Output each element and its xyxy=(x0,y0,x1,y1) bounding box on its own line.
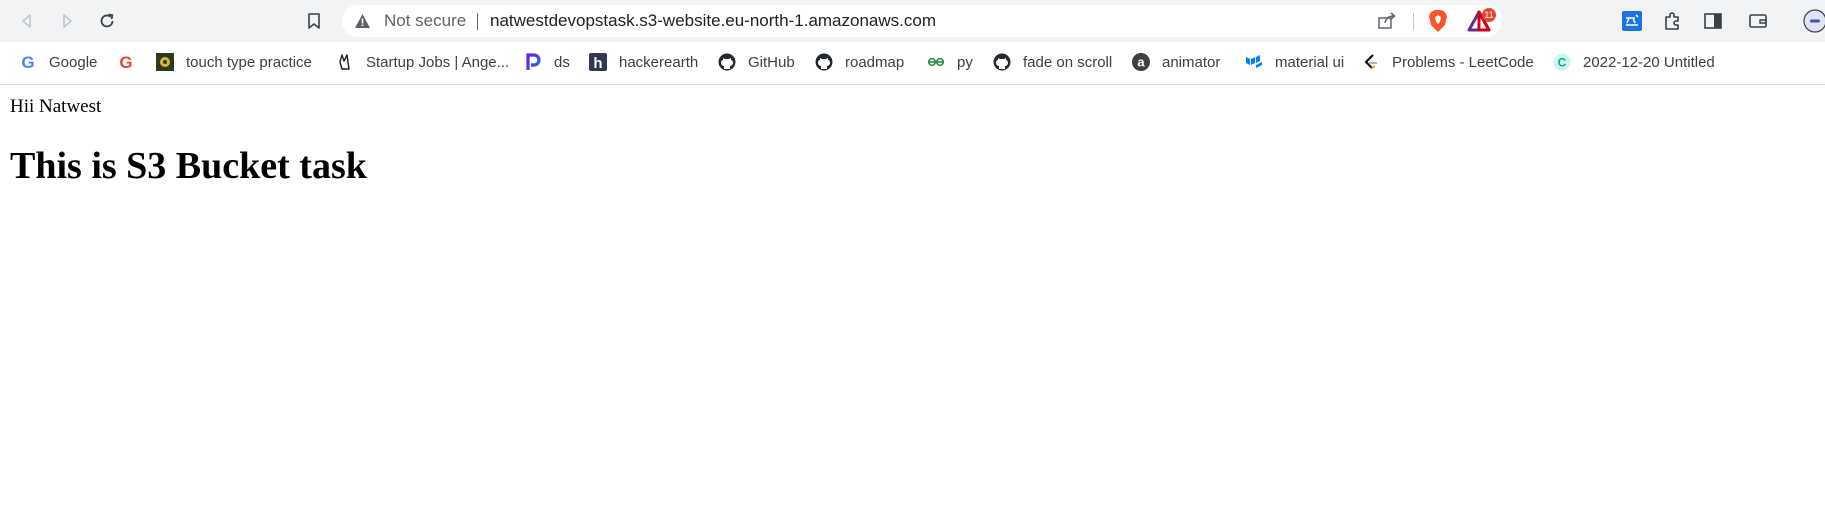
wallet-icon[interactable] xyxy=(1745,8,1771,34)
bookmark-leetcode[interactable]: Problems - LeetCode xyxy=(1362,42,1534,82)
page-heading: This is S3 Bucket task xyxy=(10,145,367,187)
animator-icon: a xyxy=(1132,53,1150,71)
share-icon[interactable] xyxy=(1377,12,1397,35)
address-bar[interactable]: Not secure natwestdevopstask.s3-website.… xyxy=(342,5,1502,37)
svg-text:C: C xyxy=(1558,56,1567,70)
bookmark-material-ui[interactable]: material ui xyxy=(1245,42,1344,82)
github-icon xyxy=(815,53,833,71)
bookmark-startup-jobs[interactable]: Startup Jobs | Ange... xyxy=(336,42,509,82)
profile-button[interactable] xyxy=(1803,9,1825,33)
bookmarks-bar: G Google G touch type practice Startup J… xyxy=(0,42,1825,85)
bookmark-label: Startup Jobs | Ange... xyxy=(366,53,510,71)
hackerearth-icon: h xyxy=(589,53,607,71)
bookmark-google-2[interactable]: G xyxy=(117,42,135,82)
extensions-puzzle-icon[interactable] xyxy=(1659,8,1685,34)
warning-icon[interactable] xyxy=(354,13,371,34)
reload-button[interactable] xyxy=(92,7,122,35)
bookmark-label: ds xyxy=(554,53,570,71)
victory-hand-icon xyxy=(336,53,354,71)
extension-app-icon[interactable] xyxy=(1619,8,1645,34)
bookmark-label: GitHub xyxy=(748,53,795,71)
rewards-badge: 11 xyxy=(1482,8,1496,22)
bookmark-label: Google xyxy=(49,53,98,71)
forward-arrow-icon xyxy=(63,14,72,28)
bookmark-label: roadmap xyxy=(845,53,905,71)
security-status-label[interactable]: Not secure xyxy=(384,5,466,37)
svg-text:G: G xyxy=(21,53,34,71)
forward-button[interactable] xyxy=(52,7,82,35)
greeting-text: Hii Natwest xyxy=(10,96,102,117)
touch-type-icon xyxy=(156,53,174,71)
leetcode-icon xyxy=(1362,53,1380,71)
brave-shields-icon[interactable] xyxy=(1425,8,1451,34)
svg-text:a: a xyxy=(1137,55,1145,70)
bookmark-hackerearth[interactable]: h hackerearth xyxy=(589,42,698,82)
sidebar-toggle-icon[interactable] xyxy=(1700,8,1726,34)
bookmark-animator[interactable]: a animator xyxy=(1132,42,1220,82)
bookmark-github[interactable]: GitHub xyxy=(718,42,795,82)
svg-text:G: G xyxy=(119,53,132,71)
bookmark-label: fade on scroll xyxy=(1023,53,1113,71)
svg-text:h: h xyxy=(593,55,602,71)
back-arrow-icon xyxy=(22,14,31,28)
page-content: Hii Natwest This is S3 Bucket task xyxy=(0,85,1825,515)
bookmark-page-button[interactable] xyxy=(299,7,329,35)
bookmark-roadmap[interactable]: roadmap xyxy=(815,42,904,82)
bookmark-label: animator xyxy=(1162,53,1221,71)
browser-toolbar: Not secure natwestdevopstask.s3-website.… xyxy=(0,0,1825,42)
github-icon xyxy=(718,53,736,71)
bookmark-codepen-untitled[interactable]: C 2022-12-20 Untitled xyxy=(1553,42,1715,82)
ds-icon xyxy=(524,53,542,71)
bookmark-label: hackerearth xyxy=(619,53,699,71)
bookmark-label: material ui xyxy=(1275,53,1345,71)
google-icon: G xyxy=(19,53,37,71)
bookmark-fade-on-scroll[interactable]: fade on scroll xyxy=(993,42,1112,82)
reload-icon xyxy=(100,13,114,28)
bookmark-touch-type-practice[interactable]: touch type practice xyxy=(156,42,312,82)
back-button[interactable] xyxy=(12,7,42,35)
bookmark-label: py xyxy=(957,53,973,71)
bookmark-label: touch type practice xyxy=(186,53,312,71)
geeksforgeeks-icon xyxy=(927,53,945,71)
material-ui-icon xyxy=(1245,53,1263,71)
bookmark-label: Problems - LeetCode xyxy=(1392,53,1534,71)
profile-avatar-icon xyxy=(1803,9,1825,33)
bookmark-ds[interactable]: ds xyxy=(524,42,570,82)
address-divider xyxy=(1413,13,1414,30)
github-icon xyxy=(993,53,1011,71)
url-separator xyxy=(477,13,478,30)
bookmark-icon xyxy=(308,13,320,29)
codepen-icon: C xyxy=(1553,53,1571,71)
brave-rewards-icon[interactable]: 11 xyxy=(1466,8,1496,34)
bookmark-google[interactable]: G Google xyxy=(19,42,97,82)
url-text[interactable]: natwestdevopstask.s3-website.eu-north-1.… xyxy=(490,5,936,37)
google-icon: G xyxy=(117,53,135,71)
bookmark-label: 2022-12-20 Untitled xyxy=(1583,53,1715,71)
bookmark-py[interactable]: py xyxy=(927,42,973,82)
